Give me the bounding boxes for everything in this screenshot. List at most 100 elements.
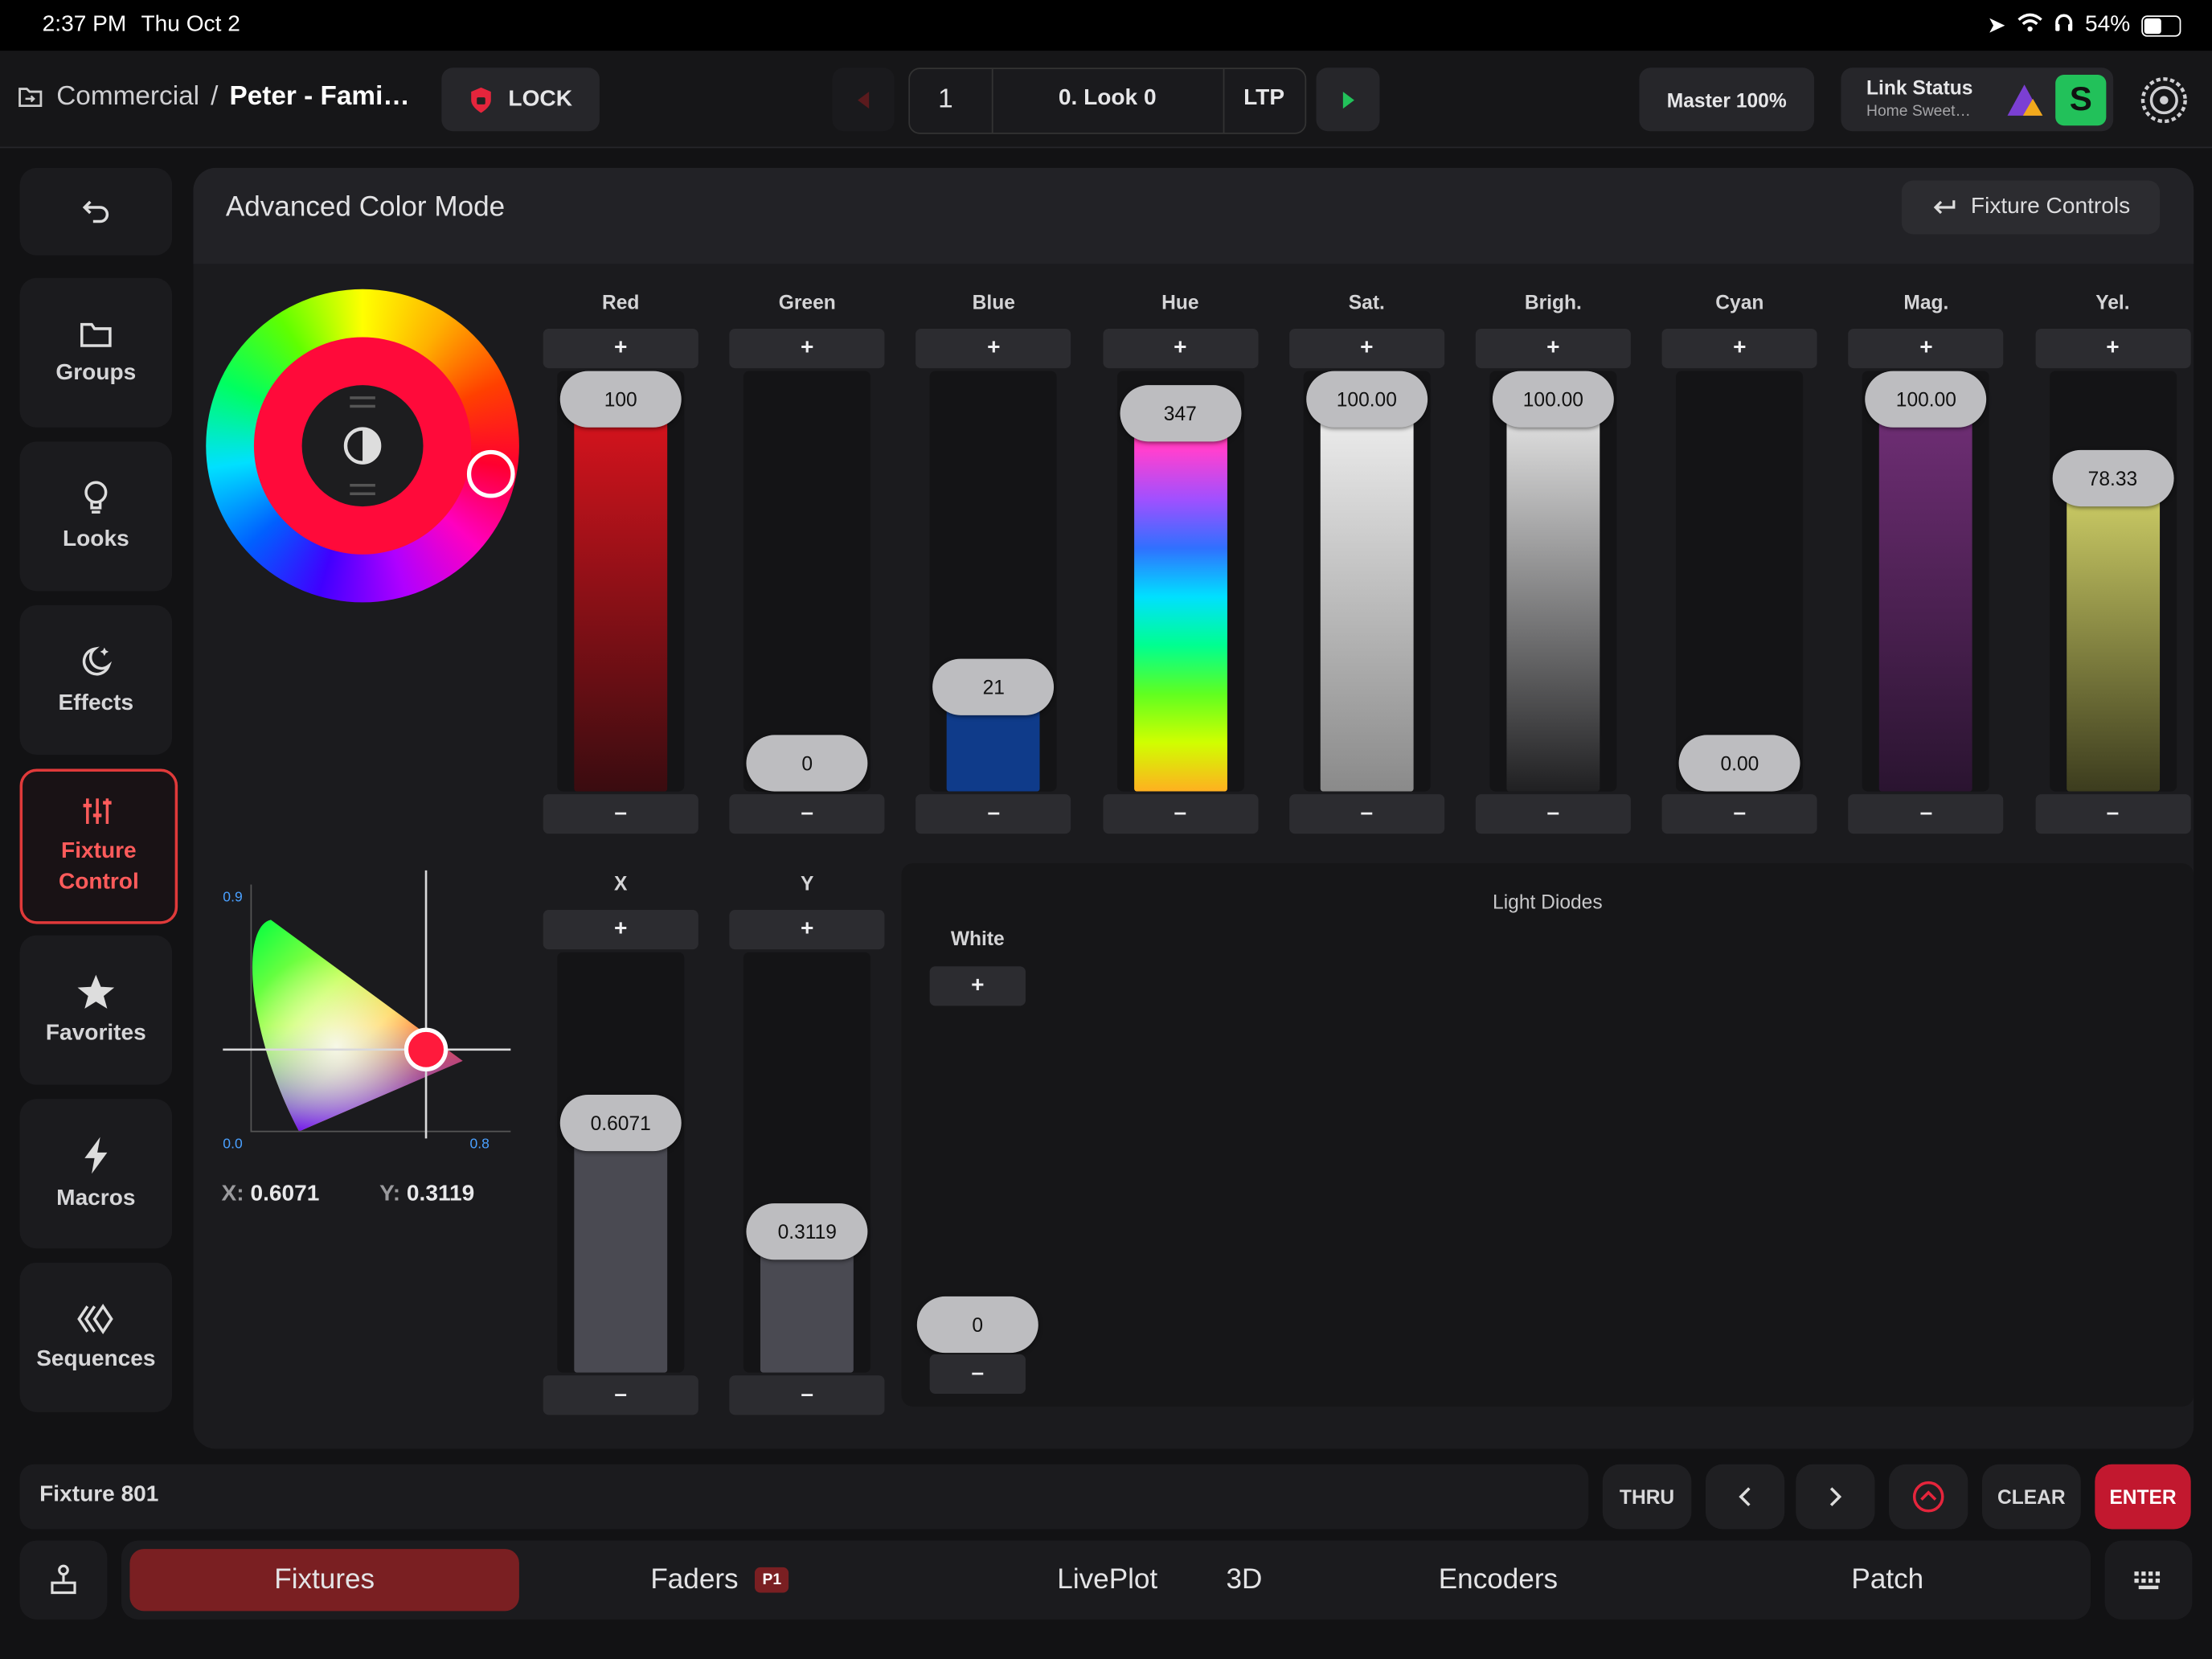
sidebar-item-macros[interactable]: Macros <box>19 1099 173 1249</box>
collapse-button[interactable] <box>1889 1464 1968 1530</box>
sidebar-label: Groups <box>55 361 137 386</box>
look-name[interactable]: 0. Look 0 <box>992 86 1223 112</box>
blue-fader-handle[interactable]: 21 <box>932 658 1055 715</box>
go-button[interactable] <box>1316 68 1380 132</box>
cyan-minus-button[interactable]: – <box>1661 794 1817 834</box>
cyan-fader-handle[interactable]: 0.00 <box>1678 735 1800 792</box>
lock-button[interactable]: LOCK <box>441 68 600 132</box>
blue-fader-label: Blue <box>972 290 1015 313</box>
blue-plus-button[interactable]: + <box>916 328 1071 369</box>
brigh-fader-handle[interactable]: 100.00 <box>1492 371 1614 428</box>
breadcrumb[interactable]: Commercial / Peter - Fami… <box>17 82 410 113</box>
hue-fader-fill <box>1133 402 1227 792</box>
green-minus-button[interactable]: – <box>729 794 885 834</box>
next-button[interactable] <box>1796 1464 1875 1530</box>
chevron-left-icon <box>1739 1487 1751 1506</box>
breadcrumb-parent[interactable]: Commercial <box>56 82 199 113</box>
previous-cue-button[interactable] <box>832 68 895 132</box>
mag-fader-handle[interactable]: 100.00 <box>1865 371 1987 428</box>
mode-ltp[interactable]: LTP <box>1223 86 1305 112</box>
tab-fixtures[interactable]: Fixtures <box>129 1549 519 1612</box>
enter-button[interactable]: ENTER <box>2095 1464 2191 1530</box>
red-plus-button[interactable]: + <box>543 328 698 369</box>
yel-plus-button[interactable]: + <box>2034 328 2190 369</box>
sat-fader-handle[interactable]: 100.00 <box>1305 371 1428 428</box>
yel-minus-button[interactable]: – <box>2034 794 2190 834</box>
link-status[interactable]: Link Status Home Sweet… S <box>1841 68 2114 132</box>
y-fader-track[interactable] <box>743 952 871 1373</box>
hue-fader-handle[interactable]: 347 <box>1119 385 1241 442</box>
thru-button[interactable]: THRU <box>1602 1464 1692 1530</box>
contrast-icon[interactable] <box>342 424 384 467</box>
green-fader-track[interactable] <box>743 371 871 792</box>
master-button[interactable]: Master 100% <box>1639 68 1815 132</box>
clear-button[interactable]: CLEAR <box>1981 1464 2081 1530</box>
breadcrumb-separator: / <box>211 81 219 112</box>
tab-liveplot[interactable]: LivePlot <box>1037 1549 1178 1611</box>
sidebar-item-sequences[interactable]: Sequences <box>19 1262 173 1412</box>
sat-plus-button[interactable]: + <box>1288 328 1444 369</box>
white-plus-button[interactable]: + <box>929 966 1026 1006</box>
yel-fader-handle[interactable]: 78.33 <box>2051 449 2173 507</box>
cie-readout: X: 0.6071 Y: 0.3119 <box>222 1182 475 1208</box>
settings-gear-icon[interactable] <box>2139 75 2189 125</box>
moon-stars-icon <box>82 646 113 676</box>
green-fader-handle[interactable]: 0 <box>746 735 868 792</box>
status-time: 2:37 PM <box>42 12 127 37</box>
sidebar-item-looks[interactable]: Looks <box>19 441 173 592</box>
back-button[interactable] <box>19 167 173 256</box>
brigh-minus-button[interactable]: – <box>1475 794 1631 834</box>
command-line-input[interactable]: Fixture 801 <box>19 1464 1589 1530</box>
cue-number[interactable]: 1 <box>938 84 953 116</box>
x-minus-button[interactable]: – <box>543 1375 698 1415</box>
x-fader-track[interactable] <box>557 952 685 1373</box>
white-minus-button[interactable]: – <box>929 1354 1026 1395</box>
brigh-plus-button[interactable]: + <box>1475 328 1631 369</box>
y-plus-button[interactable]: + <box>729 910 885 950</box>
sidebar-label: Macros <box>56 1186 136 1210</box>
blue-minus-button[interactable]: – <box>916 794 1071 834</box>
tab-encoders[interactable]: Encoders <box>1411 1549 1586 1611</box>
cue-selector[interactable]: 1 0. Look 0 LTP <box>908 68 1307 134</box>
joystick-button[interactable] <box>19 1540 108 1620</box>
cyan-plus-button[interactable]: + <box>1661 328 1817 369</box>
y-minus-button[interactable]: – <box>729 1375 885 1415</box>
mag-plus-button[interactable]: + <box>1848 328 2004 369</box>
hue-plus-button[interactable]: + <box>1102 328 1258 369</box>
y-fader-handle[interactable]: 0.3119 <box>746 1203 868 1260</box>
sidebar-label: Fixture Control <box>58 839 139 895</box>
tab-3d[interactable]: 3D <box>1206 1549 1283 1611</box>
star-icon <box>77 974 115 1009</box>
cyan-fader-track[interactable] <box>1676 371 1804 792</box>
x-plus-button[interactable]: + <box>543 910 698 950</box>
tab-patch[interactable]: Patch <box>1820 1549 1955 1611</box>
sat-minus-button[interactable]: – <box>1288 794 1444 834</box>
sidebar-item-effects[interactable]: Effects <box>19 604 173 755</box>
sidebar-item-groups[interactable]: Groups <box>19 277 173 428</box>
color-wheel-handle[interactable] <box>466 449 515 498</box>
sidebar-item-favorites[interactable]: Favorites <box>19 935 173 1085</box>
blue-fader-track[interactable] <box>930 371 1058 792</box>
x-fader-handle[interactable]: 0.6071 <box>559 1094 682 1152</box>
color-wheel-center[interactable] <box>301 385 424 507</box>
cie-x-value: 0.6071 <box>250 1182 320 1206</box>
yel-fader-track[interactable] <box>2049 371 2177 792</box>
mag-fader-track[interactable] <box>1862 371 1990 792</box>
green-plus-button[interactable]: + <box>729 328 885 369</box>
color-wheel[interactable] <box>206 289 519 603</box>
mag-minus-button[interactable]: – <box>1848 794 2004 834</box>
cie-chart[interactable]: 0.9 0.0 0.8 <box>211 863 522 1160</box>
red-fader-handle[interactable]: 100 <box>559 371 682 428</box>
red-minus-button[interactable]: – <box>543 794 698 834</box>
white-fader-handle[interactable]: 0 <box>916 1296 1038 1354</box>
red-fader-track[interactable] <box>557 371 685 792</box>
keyboard-button[interactable] <box>2104 1540 2193 1620</box>
hue-minus-button[interactable]: – <box>1102 794 1258 834</box>
sidebar-item-fixture-control[interactable]: Fixture Control <box>19 768 178 924</box>
location-icon: ➤ <box>1987 14 2006 39</box>
sat-fader-track[interactable] <box>1303 371 1431 792</box>
fixture-controls-button[interactable]: Fixture Controls <box>1901 180 2161 235</box>
brigh-fader-track[interactable] <box>1489 371 1617 792</box>
previous-button[interactable] <box>1705 1464 1785 1530</box>
tab-faders[interactable]: Faders P1 <box>621 1549 818 1611</box>
